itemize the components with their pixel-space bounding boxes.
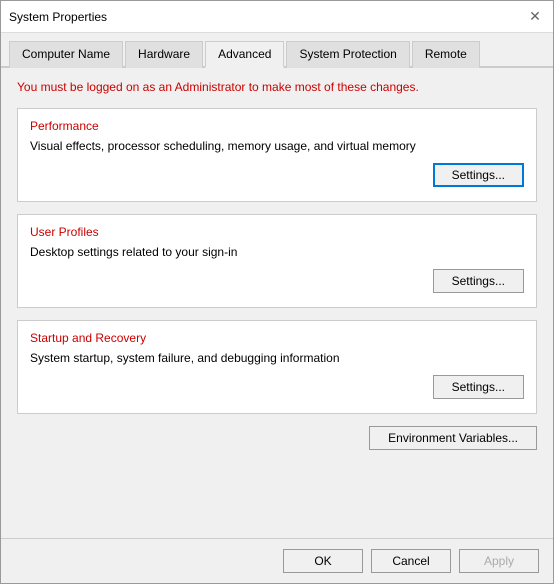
startup-recovery-title: Startup and Recovery [30,331,524,345]
user-profiles-section: User Profiles Desktop settings related t… [17,214,537,308]
performance-title: Performance [30,119,524,133]
startup-recovery-description: System startup, system failure, and debu… [30,351,524,365]
tab-bar: Computer Name Hardware Advanced System P… [1,33,553,68]
performance-section: Performance Visual effects, processor sc… [17,108,537,202]
footer: OK Cancel Apply [1,538,553,583]
close-button[interactable]: ✕ [525,7,545,27]
startup-recovery-settings-button[interactable]: Settings... [433,375,524,399]
title-bar: System Properties ✕ [1,1,553,33]
tab-hardware[interactable]: Hardware [125,41,203,68]
apply-button[interactable]: Apply [459,549,539,573]
user-profiles-description: Desktop settings related to your sign-in [30,245,524,259]
startup-recovery-section: Startup and Recovery System startup, sys… [17,320,537,414]
ok-button[interactable]: OK [283,549,363,573]
environment-variables-button[interactable]: Environment Variables... [369,426,537,450]
tab-advanced[interactable]: Advanced [205,41,284,68]
user-profiles-title: User Profiles [30,225,524,239]
admin-notice: You must be logged on as an Administrato… [17,80,537,94]
env-variables-row: Environment Variables... [17,426,537,450]
cancel-button[interactable]: Cancel [371,549,451,573]
performance-description: Visual effects, processor scheduling, me… [30,139,524,153]
tab-content: You must be logged on as an Administrato… [1,68,553,538]
system-properties-window: System Properties ✕ Computer Name Hardwa… [0,0,554,584]
performance-settings-button[interactable]: Settings... [433,163,524,187]
tab-system-protection[interactable]: System Protection [286,41,409,68]
tab-computer-name[interactable]: Computer Name [9,41,123,68]
window-title: System Properties [9,10,107,24]
tab-remote[interactable]: Remote [412,41,480,68]
user-profiles-settings-button[interactable]: Settings... [433,269,524,293]
